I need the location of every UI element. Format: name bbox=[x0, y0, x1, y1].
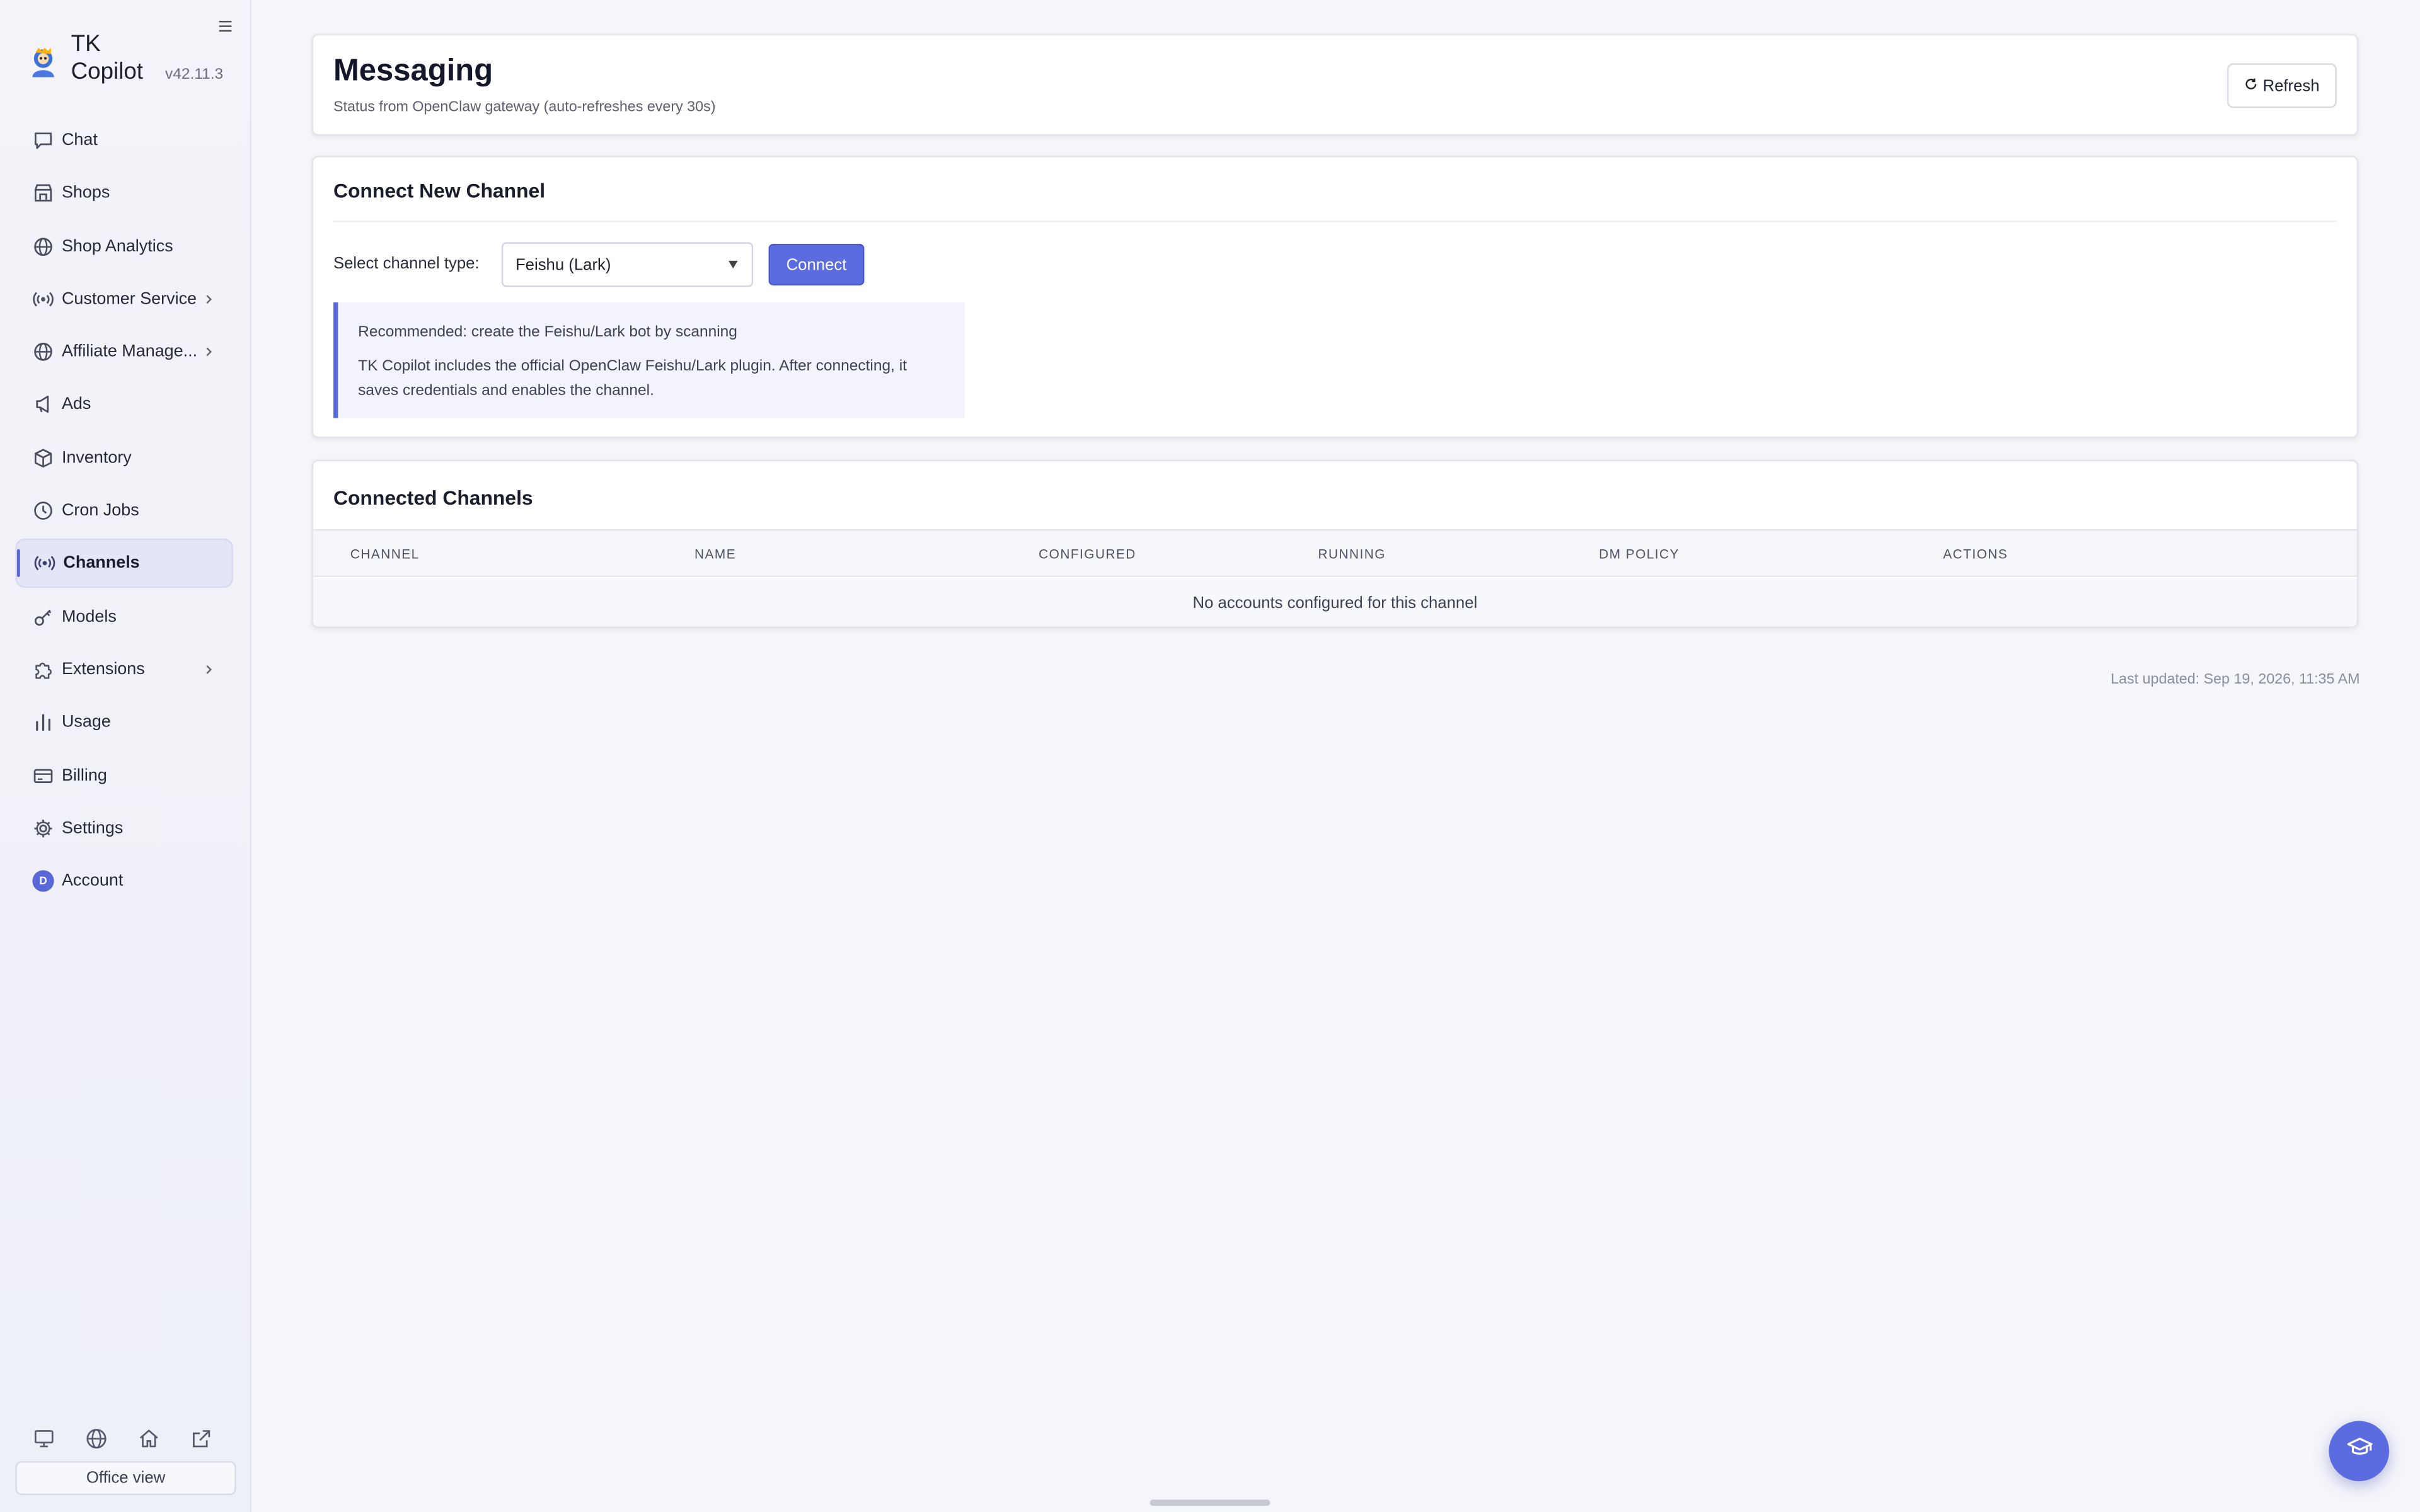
sidebar-nav: Chat Shops Shop Analytics Customer Servi… bbox=[15, 116, 233, 910]
key-icon bbox=[32, 606, 54, 627]
connect-channel-title: Connect New Channel bbox=[333, 179, 546, 202]
sidebar-item-label: Customer Service bbox=[61, 290, 197, 309]
refresh-icon bbox=[2244, 76, 2258, 94]
sidebar-bottom-toolbar bbox=[32, 1427, 213, 1450]
connected-channels-card: Connected Channels CHANNEL NAME CONFIGUR… bbox=[311, 459, 2359, 628]
connected-channels-title: Connected Channels bbox=[333, 486, 533, 510]
app-version: v42.11.3 bbox=[165, 66, 224, 84]
globe-icon bbox=[32, 236, 54, 257]
bar-chart-icon bbox=[32, 712, 54, 733]
sidebar-item-label: Billing bbox=[61, 766, 107, 785]
puzzle-icon bbox=[32, 659, 54, 680]
collapse-sidebar-icon[interactable] bbox=[216, 15, 234, 33]
avatar-initial: D bbox=[32, 870, 54, 892]
sidebar-item-label: Settings bbox=[61, 819, 124, 838]
sidebar-item-chat[interactable]: Chat bbox=[15, 116, 233, 165]
sidebar-item-cron-jobs[interactable]: Cron Jobs bbox=[15, 486, 233, 536]
column-header-running: RUNNING bbox=[1318, 546, 1386, 562]
column-header-name: NAME bbox=[694, 546, 737, 562]
sidebar-item-affiliate-management[interactable]: Affiliate Manage... bbox=[15, 328, 233, 377]
column-header-channel: CHANNEL bbox=[350, 546, 420, 562]
monitor-icon[interactable] bbox=[32, 1427, 55, 1450]
channel-type-value: Feishu (Lark) bbox=[515, 255, 611, 274]
broadcast-icon bbox=[34, 553, 55, 575]
table-empty-state: No accounts configured for this channel bbox=[313, 578, 2357, 627]
chevron-right-icon bbox=[202, 292, 215, 304]
office-view-button[interactable]: Office view bbox=[15, 1461, 236, 1496]
box-icon bbox=[32, 447, 54, 469]
scrollbar-handle[interactable] bbox=[1150, 1499, 1270, 1506]
sidebar-item-shops[interactable]: Shops bbox=[15, 169, 233, 218]
chevron-right-icon bbox=[202, 662, 215, 675]
page-title: Messaging bbox=[333, 54, 493, 88]
sidebar-item-label: Extensions bbox=[61, 660, 145, 679]
brand: TK Copilot bbox=[25, 31, 151, 86]
column-header-actions: ACTIONS bbox=[1943, 546, 2008, 562]
channel-type-label: Select channel type: bbox=[333, 255, 480, 273]
sidebar-item-label: Models bbox=[61, 607, 117, 626]
external-link-icon[interactable] bbox=[190, 1427, 213, 1450]
column-header-configured: CONFIGURED bbox=[1039, 546, 1136, 562]
sidebar-item-label: Cron Jobs bbox=[61, 501, 139, 520]
broadcast-icon bbox=[32, 289, 54, 310]
sidebar-item-models[interactable]: Models bbox=[15, 592, 233, 641]
sidebar-item-label: Ads bbox=[61, 396, 91, 415]
credit-card-icon bbox=[32, 765, 54, 786]
sidebar-item-label: Chat bbox=[61, 131, 98, 150]
app-logo-icon bbox=[25, 43, 62, 81]
store-icon bbox=[32, 183, 54, 204]
home-icon[interactable] bbox=[137, 1427, 161, 1450]
sidebar-item-label: Account bbox=[61, 872, 124, 891]
connect-channel-card: Connect New Channel Select channel type:… bbox=[311, 156, 2359, 438]
notice-body: TK Copilot includes the official OpenCla… bbox=[358, 357, 907, 400]
app-name: TK Copilot bbox=[71, 30, 144, 85]
notice-headline: Recommended: create the Feishu/Lark bot … bbox=[358, 324, 737, 341]
sidebar-item-shop-analytics[interactable]: Shop Analytics bbox=[15, 222, 233, 271]
refresh-button[interactable]: Refresh bbox=[2227, 63, 2337, 108]
sidebar-item-ads[interactable]: Ads bbox=[15, 381, 233, 430]
sidebar-item-label: Affiliate Manage... bbox=[61, 343, 198, 362]
column-header-dm-policy: DM POLICY bbox=[1599, 546, 1680, 562]
gear-icon bbox=[32, 818, 54, 839]
globe-icon bbox=[32, 341, 54, 363]
help-fab-button[interactable] bbox=[2329, 1421, 2390, 1482]
sidebar-item-channels[interactable]: Channels bbox=[15, 539, 233, 588]
sidebar-item-label: Shop Analytics bbox=[61, 237, 173, 256]
recommendation-notice: Recommended: create the Feishu/Lark bot … bbox=[333, 302, 965, 418]
app-window: TK Copilot v42.11.3 Chat Shops Shop Anal… bbox=[0, 0, 2420, 1512]
sidebar-item-settings[interactable]: Settings bbox=[15, 804, 233, 853]
avatar: D bbox=[32, 870, 54, 892]
sidebar-item-extensions[interactable]: Extensions bbox=[15, 645, 233, 694]
dropdown-caret-icon bbox=[728, 260, 738, 269]
globe-icon[interactable] bbox=[85, 1427, 108, 1450]
sidebar-item-usage[interactable]: Usage bbox=[15, 698, 233, 747]
graduation-cap-icon bbox=[2345, 1433, 2373, 1469]
megaphone-icon bbox=[32, 394, 54, 416]
last-updated-timestamp: Last updated: Sep 19, 2026, 11:35 AM bbox=[2111, 671, 2360, 689]
sidebar-item-customer-service[interactable]: Customer Service bbox=[15, 275, 233, 324]
sidebar-item-account[interactable]: D Account bbox=[15, 857, 233, 906]
table-header: CHANNEL NAME CONFIGURED RUNNING DM POLIC… bbox=[313, 529, 2357, 577]
sidebar-item-label: Usage bbox=[61, 713, 111, 732]
sidebar-item-label: Inventory bbox=[61, 449, 132, 467]
sidebar-item-label: Shops bbox=[61, 184, 110, 203]
main-content: Messaging Status from OpenClaw gateway (… bbox=[251, 0, 2420, 1512]
connect-button[interactable]: Connect bbox=[768, 243, 865, 286]
refresh-button-label: Refresh bbox=[2262, 76, 2320, 95]
page-header-card: Messaging Status from OpenClaw gateway (… bbox=[311, 33, 2359, 136]
clock-icon bbox=[32, 500, 54, 522]
chat-bubble-icon bbox=[32, 130, 54, 151]
page-subtitle: Status from OpenClaw gateway (auto-refre… bbox=[333, 98, 716, 116]
sidebar-item-billing[interactable]: Billing bbox=[15, 751, 233, 800]
channel-type-select[interactable]: Feishu (Lark) bbox=[501, 242, 754, 287]
sidebar-item-label: Channels bbox=[63, 554, 140, 573]
divider bbox=[333, 220, 2337, 222]
sidebar-item-inventory[interactable]: Inventory bbox=[15, 433, 233, 483]
sidebar: TK Copilot v42.11.3 Chat Shops Shop Anal… bbox=[0, 0, 252, 1512]
chevron-right-icon bbox=[202, 345, 215, 357]
